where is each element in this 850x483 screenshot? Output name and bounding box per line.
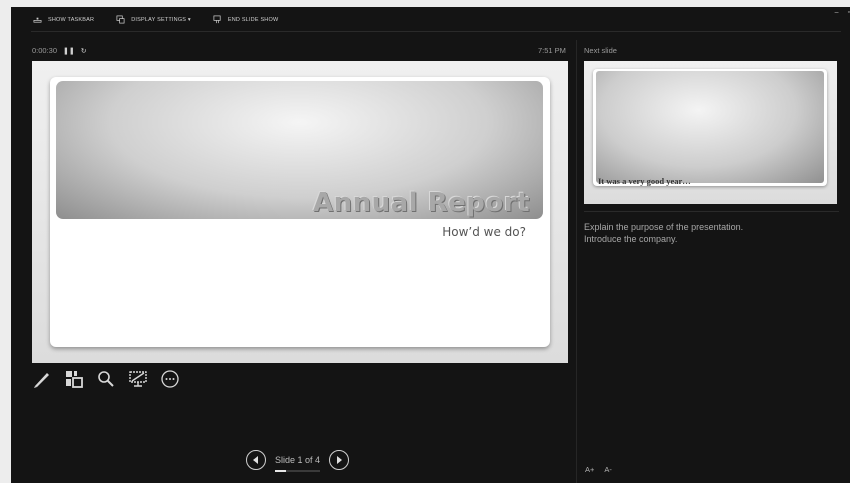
slide-progress-fill	[275, 470, 287, 472]
see-all-slides-icon	[66, 371, 83, 388]
end-slide-show-button[interactable]: END SLIDE SHOW	[213, 15, 278, 24]
slide-indicator-text: Slide 1 of 4	[275, 455, 321, 465]
panel-divider	[576, 40, 577, 483]
end-show-icon	[213, 15, 221, 24]
current-slide[interactable]: Annual Report How’d we do?	[32, 61, 568, 363]
end-slide-show-label: END SLIDE SHOW	[227, 16, 279, 23]
notes-line: Introduce the company.	[584, 234, 678, 244]
display-settings-label: DISPLAY SETTINGS ▾	[131, 16, 191, 23]
next-slide-label: Next slide	[584, 46, 617, 55]
black-screen-icon	[129, 371, 147, 387]
previous-slide-button[interactable]	[246, 450, 266, 470]
zoom-icon	[98, 371, 114, 387]
next-slide-banner	[596, 71, 824, 183]
next-slide-preview[interactable]: It was a very good year…	[584, 61, 837, 204]
more-options-icon	[161, 370, 179, 388]
slide-tools	[32, 369, 180, 389]
timer: 0:00:30 ❚❚ ↻	[32, 46, 87, 55]
pause-timer-icon[interactable]: ❚❚	[63, 47, 75, 55]
elapsed-time: 0:00:30	[32, 46, 58, 55]
next-slide-button[interactable]	[329, 450, 350, 470]
notes-line: Explain the purpose of the presentation.	[584, 222, 744, 232]
slide-progress-bar	[275, 470, 320, 472]
see-all-slides-button[interactable]	[64, 369, 84, 389]
notes-font-controls: A+ A-	[585, 465, 612, 474]
slide-subtitle: How’d we do?	[442, 225, 526, 239]
zoom-button[interactable]	[96, 369, 116, 389]
minimize-button[interactable]: –	[835, 9, 839, 16]
next-slide-text: It was a very good year…	[598, 176, 691, 186]
increase-font-button[interactable]: A+	[585, 465, 594, 474]
next-slide-content: It was a very good year…	[593, 69, 827, 186]
notes-divider	[584, 211, 839, 212]
slide-title: Annual Report	[312, 188, 530, 218]
show-taskbar-button[interactable]: SHOW TASKBAR	[33, 15, 94, 24]
next-arrow-icon	[337, 456, 343, 464]
show-taskbar-label: SHOW TASKBAR	[48, 16, 95, 23]
more-options-button[interactable]	[160, 369, 180, 389]
black-screen-button[interactable]	[128, 369, 148, 389]
pen-tool-icon	[34, 373, 49, 388]
restart-timer-icon[interactable]: ↻	[81, 47, 87, 55]
decrease-font-button[interactable]: A-	[604, 465, 612, 474]
slide-content: Annual Report How’d we do?	[50, 77, 550, 347]
slide-navigation: Slide 1 of 4	[246, 450, 350, 472]
presenter-view: SHOW TASKBAR DISPLAY SETTINGS ▾ END SLID…	[11, 7, 850, 483]
display-settings-button[interactable]: DISPLAY SETTINGS ▾	[116, 15, 191, 24]
pen-tool-button[interactable]	[32, 369, 52, 389]
taskbar-icon	[33, 17, 42, 23]
display-settings-icon	[116, 15, 125, 24]
clock: 7:51 PM	[538, 46, 566, 55]
speaker-notes[interactable]: Explain the purpose of the presentation.…	[584, 221, 834, 245]
window-controls: – ▫	[835, 9, 850, 16]
slide-indicator[interactable]: Slide 1 of 4	[275, 455, 321, 472]
toolbar-divider	[31, 31, 841, 32]
previous-arrow-icon	[253, 456, 258, 464]
top-toolbar: SHOW TASKBAR DISPLAY SETTINGS ▾ END SLID…	[11, 7, 850, 32]
